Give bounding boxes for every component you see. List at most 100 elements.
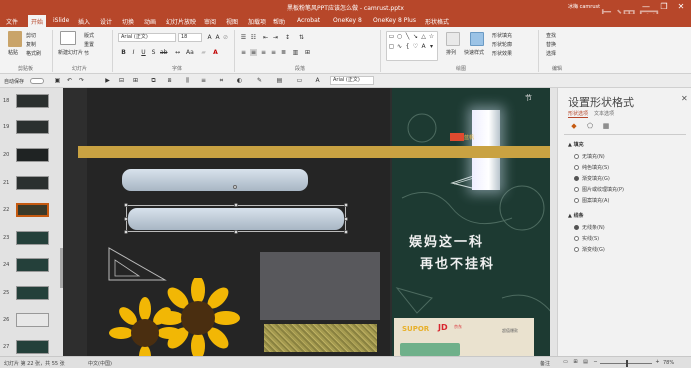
line-option-none[interactable]: 无线条(N) [574,224,605,232]
thumbnail-image[interactable] [16,120,49,134]
thumbnail-image[interactable] [16,94,49,108]
heart-shape-icon[interactable]: ♡ [412,43,419,50]
text-box-icon[interactable]: A [314,77,321,84]
board-headline-1[interactable]: 娱妈这一科 [409,231,484,250]
thumbnail-item[interactable]: 18 [0,94,60,108]
paste-icon[interactable] [8,31,22,47]
tab-file[interactable]: 文件 [6,17,18,26]
effects-icon[interactable]: ⬠ [586,122,594,130]
thumbnail-image[interactable] [16,148,49,162]
radio-icon[interactable] [574,176,579,181]
radio-icon[interactable] [574,187,579,192]
highlight-icon[interactable]: ▰ [200,49,207,56]
set-square-triangle[interactable] [107,246,167,282]
resize-handle[interactable] [124,217,128,221]
grow-font-icon[interactable]: A [206,34,213,41]
qat-font-select[interactable]: Arial (正文) [330,76,374,85]
align-right-icon[interactable]: ≡ [260,49,267,56]
quick-styles-button[interactable]: 快速样式 [464,49,484,56]
align-center-icon[interactable]: ≡ [250,49,257,56]
align-objects-icon[interactable]: ⊟ [118,77,125,84]
clear-format-icon[interactable]: ⊘ [222,34,229,41]
format-painter-button[interactable]: 格式刷 [26,50,41,57]
fill-option-pattern[interactable]: 图案填充(A) [574,197,609,205]
tab-slideshow[interactable]: 幻灯片放映 [166,17,196,26]
sunflower-image[interactable] [103,278,253,356]
rounded-pill-shape-top[interactable] [122,169,308,191]
brace-shape-icon[interactable]: { [404,43,411,50]
reset-button[interactable]: 重置 [84,41,94,48]
shape-effects-button[interactable]: 形状效果 [492,50,512,57]
slideshow-icon[interactable]: ▶ [104,77,111,84]
rotation-handle[interactable] [233,185,237,189]
underline-icon[interactable]: U [140,49,147,56]
notes-button[interactable]: 备注 [540,360,550,367]
italic-icon[interactable]: I [130,49,137,56]
fill-option-picture[interactable]: 图片或纹理填充(P) [574,186,624,194]
thumbnail-item[interactable]: 24 [0,258,60,272]
thumbnail-image[interactable] [16,340,49,354]
gold-glitter-shape[interactable] [264,324,377,352]
language-indicator[interactable]: 中文(中国) [88,360,112,367]
thumbnail-image[interactable] [16,176,49,190]
change-case-icon[interactable]: Aa [186,49,194,56]
char-spacing-icon[interactable]: ↔ [174,49,181,56]
triangle-shape-icon[interactable]: △ [420,33,427,40]
shape-outline-button[interactable]: 形状轮廓 [492,41,512,48]
bring-forward-icon[interactable]: ⧉ [150,77,157,84]
fill-section-header[interactable]: ▲ 填充 [568,141,584,148]
reading-view-icon[interactable]: ▤ [582,359,589,366]
radio-icon[interactable] [574,247,579,252]
resize-handle[interactable] [124,203,128,207]
arrange-icon[interactable] [446,32,460,46]
thumbnail-item-selected[interactable]: 22 [0,203,60,217]
paste-button[interactable]: 粘贴 [8,49,18,56]
chalkboard-image[interactable]: 蓝帆 节 娱妈这一科 再也不挂科 [392,88,557,356]
cut-button[interactable]: 剪切 [26,32,36,39]
tab-view[interactable]: 视图 [226,17,238,26]
thumbnail-item[interactable]: 20 [0,148,60,162]
strikethrough-icon[interactable]: ab [160,49,168,56]
fill-option-none[interactable]: 无填充(N) [574,153,605,161]
tab-insert[interactable]: 插入 [78,17,90,26]
board-headline-2[interactable]: 再也不挂科 [420,253,495,272]
tab-onekey8plus[interactable]: OneKey 8 Plus [373,17,416,24]
tab-animations[interactable]: 动画 [144,17,156,26]
select-button[interactable]: 选择 [546,50,556,57]
resize-handle[interactable] [344,230,348,234]
thumbnail-item[interactable]: 21 [0,176,60,190]
oval-shape-icon[interactable]: ○ [396,33,403,40]
tab-acrobat[interactable]: Acrobat [297,17,320,24]
quick-styles-icon[interactable] [470,32,484,46]
thumbnail-image[interactable] [16,286,49,300]
shadow-icon[interactable]: S [150,49,157,56]
align-left-icon[interactable]: ≡ [240,49,247,56]
tab-home[interactable]: 开始 [28,15,47,27]
tab-text-options[interactable]: 文本选项 [594,110,614,117]
resize-handle[interactable] [124,230,128,234]
gray-rectangle-shape[interactable] [260,252,380,320]
resize-handle[interactable] [234,203,238,207]
redo-icon[interactable]: ↷ [78,77,85,84]
radio-icon[interactable] [574,225,579,230]
thumbnail-image[interactable] [16,231,49,245]
crop-icon[interactable]: ⌗ [218,77,225,84]
arrange-button[interactable]: 排列 [446,49,456,56]
new-slide-icon[interactable] [60,31,76,45]
textbox-shape-icon[interactable]: A [420,43,427,50]
numbering-icon[interactable]: ☷ [250,34,257,41]
group-objects-icon[interactable]: ⊞ [132,77,139,84]
layout-button[interactable]: 版式 [84,32,94,39]
increase-indent-icon[interactable]: ⇥ [272,34,279,41]
columns-icon[interactable]: ▥ [292,49,299,56]
font-name-select[interactable]: Arial (正文) [118,33,176,42]
rectangle-shape-icon[interactable]: ▭ [388,33,395,40]
tab-islide[interactable]: iSlide [53,17,69,24]
eyedropper-icon[interactable]: ✎ [256,77,263,84]
font-size-select[interactable]: 18 [178,33,202,42]
line-spacing-icon[interactable]: ↕ [284,34,291,41]
fill-line-icon[interactable]: ◆ [570,122,578,130]
decrease-indent-icon[interactable]: ⇤ [262,34,269,41]
shrink-font-icon[interactable]: A [214,34,221,41]
thumbnail-image[interactable] [16,203,49,217]
